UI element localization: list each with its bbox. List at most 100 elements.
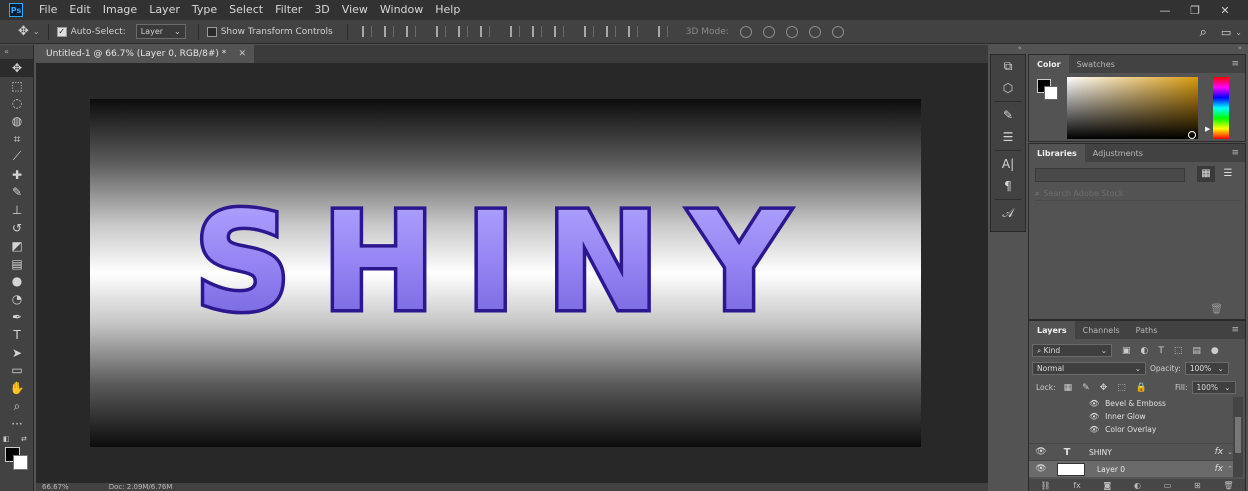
character-panel-icon[interactable]: A| — [991, 153, 1025, 175]
align-top-icon[interactable] — [361, 26, 372, 37]
menu-window[interactable]: Window — [374, 0, 429, 20]
menu-select[interactable]: Select — [223, 0, 269, 20]
clone-stamp-tool-icon[interactable]: ⊥ — [0, 201, 34, 219]
tab-color[interactable]: Color — [1029, 55, 1069, 73]
align-right-icon[interactable] — [479, 26, 490, 37]
smart-object-filter-icon[interactable]: ▤ — [1192, 346, 1201, 356]
list-view-icon[interactable]: ☰ — [1219, 166, 1237, 182]
close-document-icon[interactable]: ✕ — [238, 49, 246, 59]
restore-button[interactable]: ❐ — [1180, 4, 1210, 17]
trash-icon[interactable]: 🗑 — [1210, 304, 1223, 315]
glyphs-panel-icon[interactable]: 𝒜 — [991, 202, 1025, 224]
history-panel-icon[interactable]: ⧉ — [991, 55, 1025, 77]
add-mask-icon[interactable]: ◙ — [1104, 481, 1112, 490]
auto-select-checkbox[interactable]: ✓ — [56, 26, 67, 37]
tab-paths[interactable]: Paths — [1128, 321, 1166, 339]
swap-colors-icon[interactable]: ⇄ — [21, 435, 27, 443]
background-color-chip[interactable] — [1044, 86, 1058, 100]
tab-channels[interactable]: Channels — [1075, 321, 1128, 339]
panel-menu-icon[interactable]: ≡ — [1231, 59, 1239, 69]
color-picker-field[interactable] — [1067, 77, 1198, 139]
effect-inner-glow[interactable]: 👁 Inner Glow — [1029, 410, 1233, 423]
paragraph-panel-icon[interactable]: ¶ — [991, 175, 1025, 197]
blend-mode-dropdown[interactable]: Normal ⌄ — [1032, 362, 1146, 375]
3d-roll-icon[interactable] — [762, 25, 775, 38]
hue-slider-pointer-icon[interactable]: ▶ — [1205, 125, 1210, 133]
layers-scrollbar-thumb[interactable] — [1235, 417, 1241, 453]
tab-layers[interactable]: Layers — [1029, 321, 1075, 339]
minimize-button[interactable]: — — [1150, 4, 1180, 17]
shape-filter-icon[interactable]: ⬚ — [1174, 346, 1183, 356]
distribute-bottom-icon[interactable] — [553, 26, 564, 37]
library-selector-dropdown[interactable] — [1035, 168, 1185, 182]
menu-layer[interactable]: Layer — [143, 0, 186, 20]
delete-layer-icon[interactable]: 🗑 — [1223, 481, 1233, 490]
background-color-swatch[interactable] — [13, 455, 28, 470]
align-vcenter-icon[interactable] — [383, 26, 394, 37]
zoom-tool-icon[interactable]: ⌕ — [0, 397, 34, 415]
rectangle-tool-icon[interactable]: ▭ — [0, 362, 34, 380]
fx-icon[interactable]: fx — [1215, 447, 1224, 457]
lasso-tool-icon[interactable]: ◌ — [0, 95, 34, 113]
library-search-field[interactable]: ⌕ Search Adobe Stock — [1035, 187, 1241, 201]
tab-swatches[interactable]: Swatches — [1069, 55, 1123, 73]
effect-color-overlay[interactable]: 👁 Color Overlay — [1029, 423, 1233, 436]
canvas-area[interactable]: SHINY — [36, 63, 988, 483]
distribute-left-icon[interactable] — [583, 26, 594, 37]
adjustment-filter-icon[interactable]: ◐ — [1141, 346, 1149, 356]
3d-slide-icon[interactable] — [808, 25, 821, 38]
new-adjustment-icon[interactable]: ◐ — [1134, 481, 1141, 490]
fill-input[interactable]: 100% ⌄ — [1191, 381, 1236, 394]
link-layers-icon[interactable]: ⛓ — [1040, 481, 1050, 490]
menu-type[interactable]: Type — [186, 0, 223, 20]
workspace-icon[interactable]: ▭ — [1221, 26, 1231, 39]
eraser-tool-icon[interactable]: ◩ — [0, 237, 34, 255]
kind-filter-dropdown[interactable]: ⌕ Kind ⌄ — [1032, 344, 1112, 357]
eye-icon[interactable]: 👁 — [1029, 447, 1053, 457]
type-filter-icon[interactable]: T — [1158, 346, 1164, 356]
eye-icon[interactable]: 👁 — [1029, 464, 1053, 474]
lock-artboard-icon[interactable]: ⬚ — [1117, 383, 1126, 393]
3d-panel-icon[interactable]: ⬡ — [991, 77, 1025, 99]
type-tool-icon[interactable]: T — [0, 326, 34, 344]
brush-tool-icon[interactable]: ✎ — [0, 184, 34, 202]
eyedropper-tool-icon[interactable]: ⟋ — [0, 148, 34, 166]
tab-adjustments[interactable]: Adjustments — [1085, 144, 1151, 162]
more-tools-icon[interactable]: ··· — [0, 415, 34, 433]
tab-libraries[interactable]: Libraries — [1029, 144, 1085, 162]
fx-icon[interactable]: fx — [1215, 464, 1224, 474]
move-tool-icon[interactable]: ✥ — [0, 59, 34, 77]
opacity-input[interactable]: 100% ⌄ — [1184, 362, 1229, 375]
color-picker-cursor[interactable] — [1188, 131, 1196, 139]
align-hcenter-icon[interactable] — [457, 26, 468, 37]
3d-orbit-icon[interactable] — [739, 25, 752, 38]
distribute-vcenter-icon[interactable] — [531, 26, 542, 37]
gradient-tool-icon[interactable]: ▤ — [0, 255, 34, 273]
layers-scrollbar[interactable] — [1233, 397, 1243, 477]
filter-toggle-icon[interactable]: ● — [1211, 346, 1219, 356]
eye-icon[interactable]: 👁 — [1089, 412, 1099, 421]
lock-position-icon[interactable]: ✥ — [1100, 383, 1108, 393]
menu-edit[interactable]: Edit — [63, 0, 96, 20]
layer-row-shiny[interactable]: 👁 T SHINY fx ⌄ — [1029, 443, 1233, 460]
chevron-down-icon[interactable]: ⌄ — [33, 27, 40, 36]
panel-menu-icon[interactable]: ≡ — [1231, 148, 1239, 158]
auto-select-dropdown[interactable]: Layer ⌄ — [135, 24, 186, 39]
menu-image[interactable]: Image — [97, 0, 143, 20]
marquee-tool-icon[interactable]: ⬚ — [0, 77, 34, 95]
menu-file[interactable]: File — [33, 0, 63, 20]
collapse-panels-icon[interactable]: » — [1028, 44, 1248, 54]
pixel-filter-icon[interactable]: ▣ — [1122, 346, 1131, 356]
search-icon[interactable]: ⌕ — [1200, 25, 1207, 40]
quick-select-tool-icon[interactable]: ◍ — [0, 112, 34, 130]
panel-menu-icon[interactable]: ≡ — [1231, 325, 1239, 335]
hand-tool-icon[interactable]: ✋ — [0, 379, 34, 397]
eye-icon[interactable]: 👁 — [1089, 399, 1099, 408]
menu-view[interactable]: View — [336, 0, 374, 20]
chevron-down-icon[interactable]: ⌄ — [1235, 28, 1242, 37]
document-canvas[interactable]: SHINY — [90, 99, 921, 447]
new-layer-icon[interactable]: ⊞ — [1194, 481, 1201, 490]
move-tool-preset-icon[interactable]: ✥ — [18, 24, 29, 39]
path-select-tool-icon[interactable]: ➤ — [0, 344, 34, 362]
menu-filter[interactable]: Filter — [269, 0, 308, 20]
